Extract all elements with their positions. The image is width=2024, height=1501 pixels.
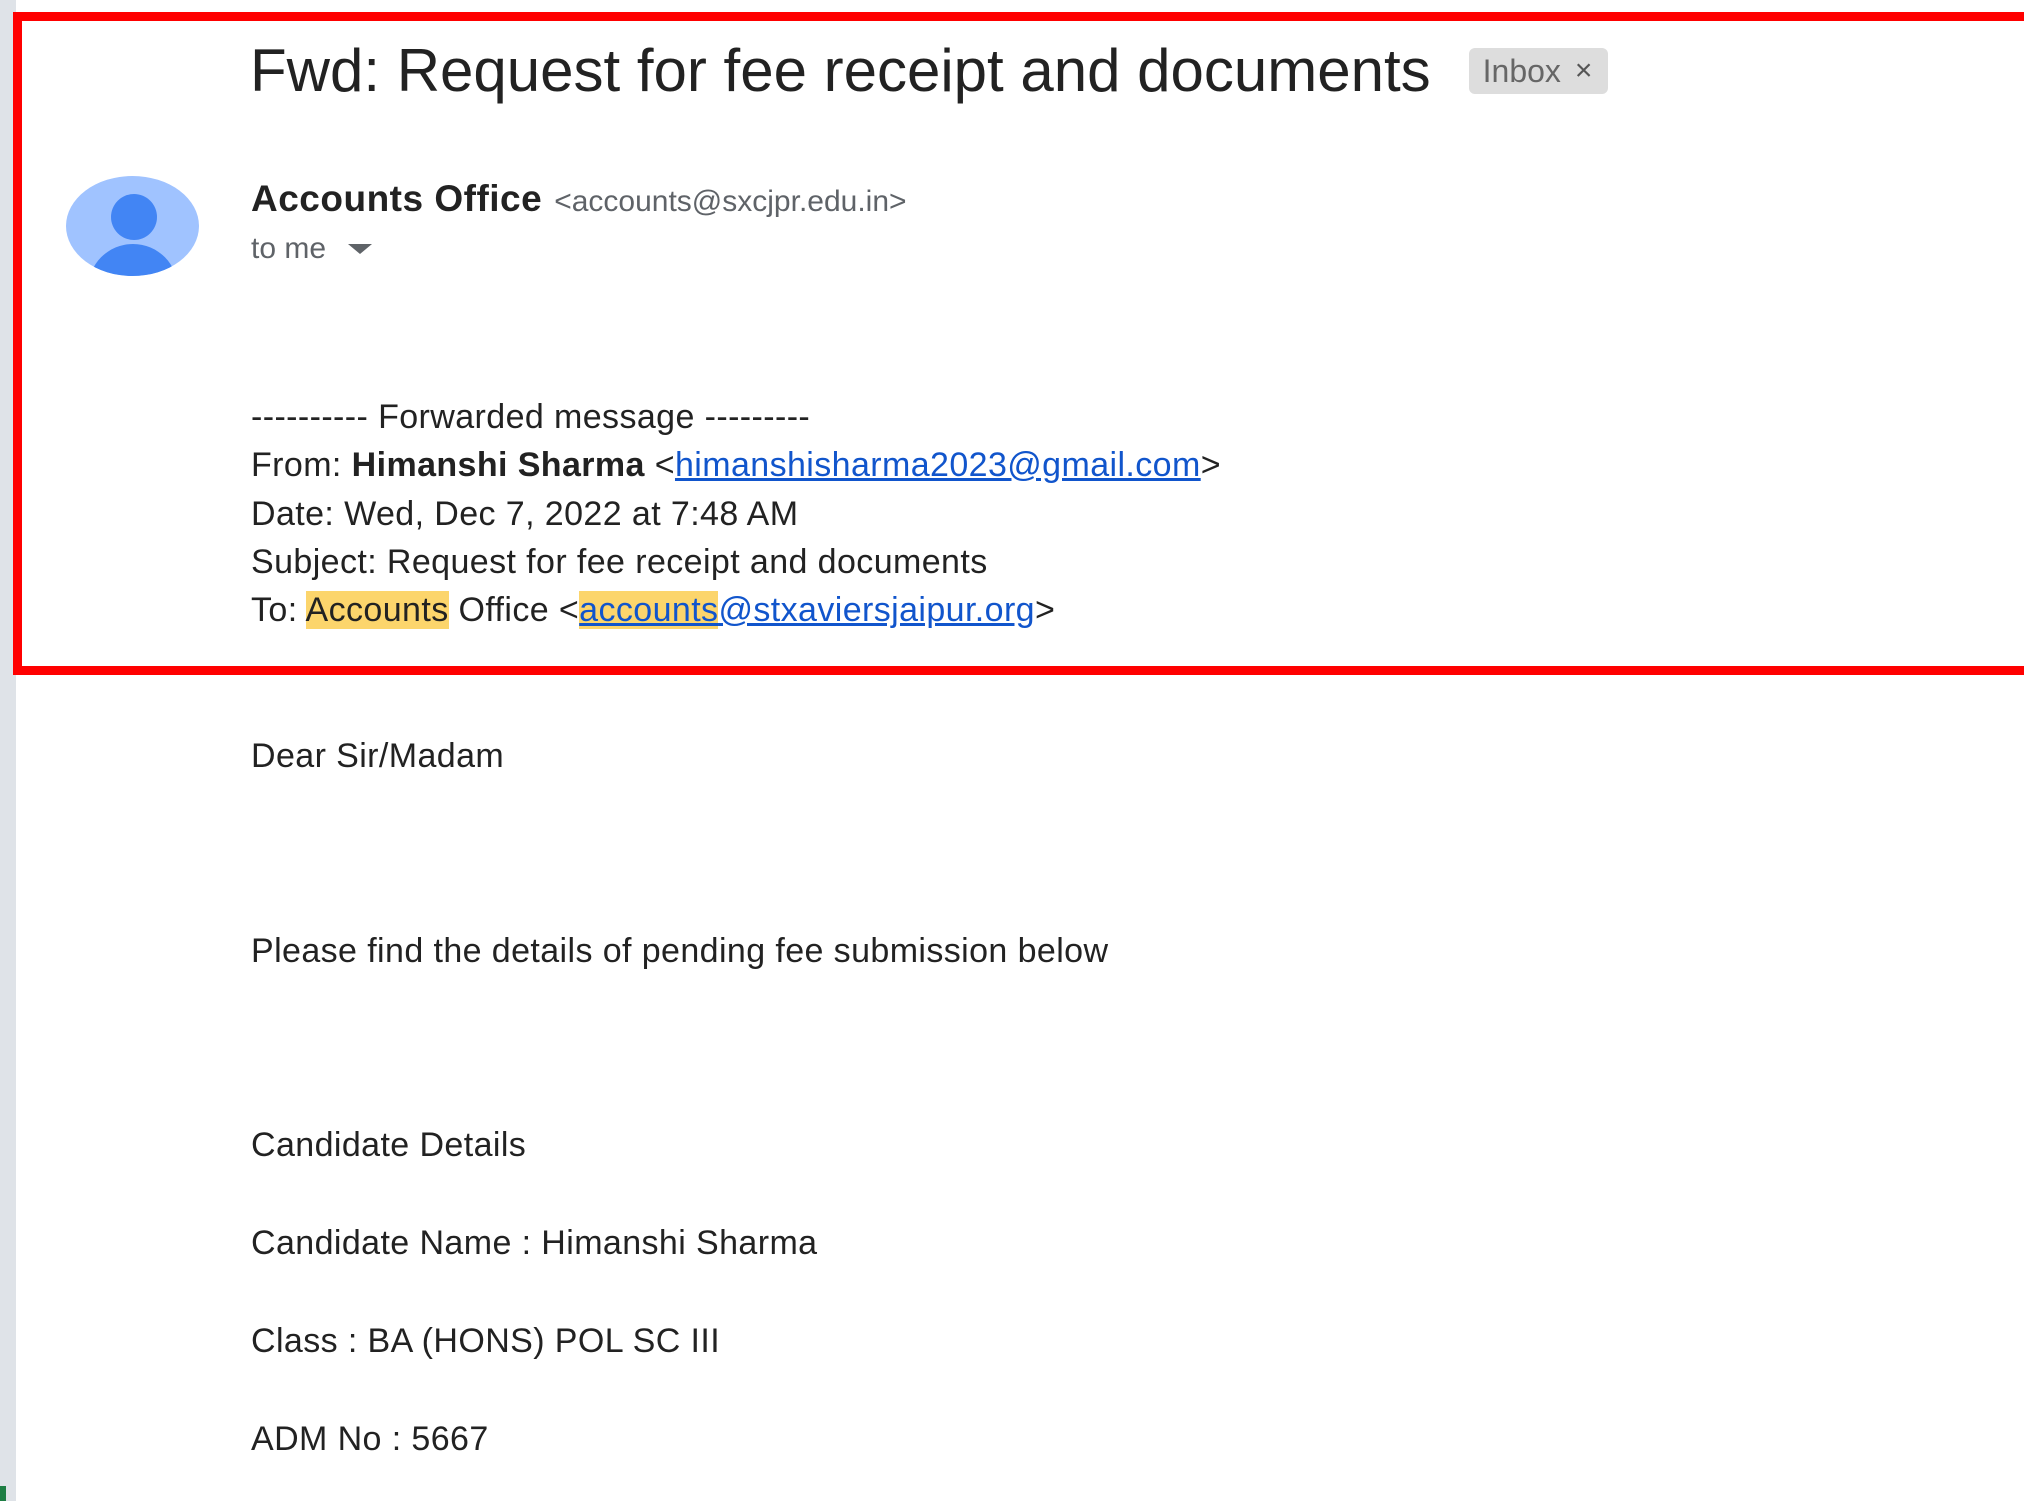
email-subject: Fwd: Request for fee receipt and documen… bbox=[250, 37, 1431, 104]
from-email-close: > bbox=[1200, 446, 1221, 484]
greeting-text: Dear Sir/Madam bbox=[251, 737, 505, 775]
recipient-details-toggle[interactable]: to me bbox=[251, 232, 373, 266]
forwarded-subject-line: Subject: Request for fee receipt and doc… bbox=[251, 543, 988, 581]
to-name-rest: Office < bbox=[458, 591, 580, 629]
candidate-class: Class : BA (HONS) POL SC III bbox=[251, 1322, 721, 1360]
recipient-text: to me bbox=[251, 232, 327, 265]
avatar-body-shape bbox=[88, 244, 178, 276]
from-label: From: bbox=[251, 446, 342, 484]
inbox-label-chip[interactable]: Inbox × bbox=[1468, 48, 1609, 94]
to-email-link[interactable]: accounts@stxaviersjaipur.org bbox=[579, 591, 1035, 629]
subject-row: Fwd: Request for fee receipt and documen… bbox=[250, 34, 1609, 108]
to-label: To: bbox=[251, 591, 298, 629]
left-strip-accent bbox=[0, 1486, 6, 1501]
candidate-details-title: Candidate Details bbox=[251, 1126, 527, 1164]
to-close: > bbox=[1035, 591, 1056, 629]
to-name-highlight: Accounts bbox=[305, 591, 449, 629]
sender-row: Accounts Office <accounts@sxcjpr.edu.in> bbox=[251, 178, 907, 220]
from-name: Himanshi Sharma bbox=[351, 446, 645, 484]
to-email-rest: @stxaviersjaipur.org bbox=[718, 591, 1035, 629]
sender-avatar bbox=[66, 176, 199, 276]
avatar-head-shape bbox=[111, 194, 157, 240]
inbox-label-text: Inbox bbox=[1482, 52, 1561, 89]
forwarded-to-line: To: Accounts Office <accounts@stxaviersj… bbox=[251, 591, 1055, 630]
candidate-name: Candidate Name : Himanshi Sharma bbox=[251, 1224, 818, 1262]
sender-email: <accounts@sxcjpr.edu.in> bbox=[554, 185, 907, 218]
sender-name[interactable]: Accounts Office bbox=[251, 178, 542, 220]
to-email-highlight: accounts bbox=[579, 591, 719, 629]
intro-text: Please find the details of pending fee s… bbox=[251, 932, 1109, 970]
forwarded-from-line: From: Himanshi Sharma <himanshisharma202… bbox=[251, 446, 1221, 485]
from-email-link[interactable]: himanshisharma2023@gmail.com bbox=[675, 446, 1201, 484]
chevron-down-icon[interactable] bbox=[348, 244, 373, 254]
remove-label-icon[interactable]: × bbox=[1575, 54, 1593, 88]
forwarded-date-line: Date: Wed, Dec 7, 2022 at 7:48 AM bbox=[251, 495, 799, 533]
from-email-open: < bbox=[654, 446, 675, 484]
forwarded-header: ---------- Forwarded message --------- bbox=[251, 398, 811, 436]
left-sidebar-strip bbox=[0, 0, 16, 1501]
admission-number: ADM No : 5667 bbox=[251, 1420, 489, 1458]
